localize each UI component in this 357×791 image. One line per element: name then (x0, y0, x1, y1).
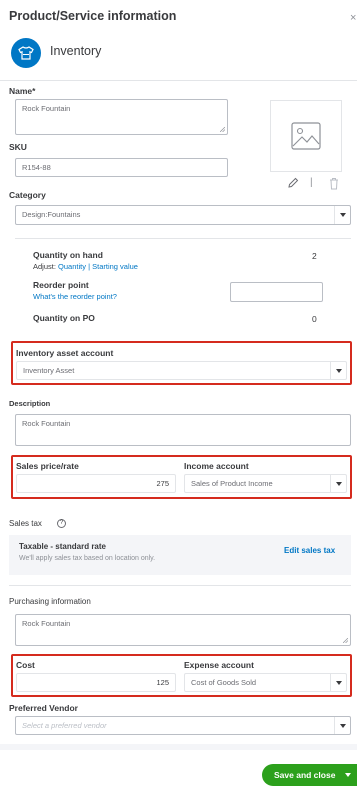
preferred-vendor-label: Preferred Vendor (9, 703, 78, 713)
category-value: Design:Fountains (22, 210, 81, 219)
image-tools-divider: | (310, 177, 313, 188)
category-select[interactable]: Design:Fountains (15, 205, 351, 225)
adjust-row: Adjust: Quantity | Starting value (33, 262, 138, 271)
cost-label: Cost (16, 660, 35, 670)
description-value: Rock Fountain (22, 419, 71, 428)
inventory-asset-select[interactable]: Inventory Asset (16, 361, 347, 380)
chevron-down-icon[interactable] (330, 674, 346, 691)
quantity-on-po-label: Quantity on PO (33, 313, 95, 323)
sku-field[interactable]: R154-88 (15, 158, 228, 177)
inventory-asset-label: Inventory asset account (16, 348, 114, 358)
sales-tax-note: We'll apply sales tax based on location … (19, 555, 156, 562)
save-and-close-label: Save and close (274, 770, 336, 780)
adjust-quantity-link[interactable]: Quantity (58, 262, 86, 271)
income-account-label: Income account (184, 461, 249, 471)
product-image-upload[interactable] (270, 100, 342, 172)
sales-price-value: 275 (156, 479, 169, 488)
chevron-down-icon[interactable] (330, 475, 346, 492)
preferred-vendor-select[interactable]: Select a preferred vendor (15, 716, 351, 735)
expense-account-value: Cost of Goods Sold (191, 678, 257, 687)
footer-divider (0, 744, 357, 750)
sales-tax-label: Sales tax (9, 519, 42, 528)
chevron-down-icon[interactable] (334, 717, 350, 734)
divider (9, 585, 351, 586)
sku-value: R154-88 (22, 163, 51, 172)
adjust-separator: | (88, 262, 91, 271)
purchasing-label: Purchasing information (9, 597, 91, 606)
chevron-down-icon[interactable] (330, 362, 346, 379)
reorder-point-label: Reorder point (33, 280, 89, 290)
inventory-asset-value: Inventory Asset (23, 366, 75, 375)
cost-value: 125 (156, 678, 169, 687)
sales-tax-rate: Taxable - standard rate (19, 542, 106, 551)
purchasing-description-field[interactable]: Rock Fountain (15, 614, 351, 646)
income-account-select[interactable]: Sales of Product Income (184, 474, 347, 493)
purchasing-value: Rock Fountain (22, 619, 71, 628)
sku-label: SKU (9, 142, 27, 152)
name-value: Rock Fountain (22, 104, 71, 113)
edit-sales-tax-link[interactable]: Edit sales tax (284, 546, 335, 555)
expense-account-label: Expense account (184, 660, 254, 670)
close-icon[interactable]: × (350, 12, 356, 24)
category-label: Category (9, 190, 46, 200)
description-field[interactable]: Rock Fountain (15, 414, 351, 446)
shirt-icon[interactable] (11, 38, 41, 68)
expense-account-select[interactable]: Cost of Goods Sold (184, 673, 347, 692)
quantity-on-hand-value: 2 (312, 251, 317, 261)
description-label: Description (9, 399, 51, 408)
name-label: Name* (9, 86, 36, 96)
cost-field[interactable]: 125 (16, 673, 176, 692)
sales-price-field[interactable]: 275 (16, 474, 176, 493)
income-account-value: Sales of Product Income (191, 479, 273, 488)
divider (15, 238, 351, 239)
resize-icon[interactable] (343, 638, 348, 643)
trash-icon[interactable] (328, 177, 340, 192)
save-and-close-button[interactable]: Save and close (262, 764, 357, 786)
item-type-label[interactable]: Inventory (50, 44, 101, 58)
preferred-vendor-placeholder: Select a preferred vendor (22, 721, 107, 730)
quantity-on-hand-label: Quantity on hand (33, 250, 103, 260)
panel-title: Product/Service information (9, 9, 177, 23)
product-service-panel: Product/Service information × Inventory … (0, 0, 357, 791)
name-field[interactable]: Rock Fountain (15, 99, 228, 135)
quantity-on-po-value: 0 (312, 314, 317, 324)
resize-icon[interactable] (220, 127, 225, 132)
sales-price-label: Sales price/rate (16, 461, 79, 471)
adjust-label: Adjust: (33, 262, 56, 271)
sales-tax-text: Sales tax (9, 519, 42, 528)
divider (0, 80, 357, 81)
chevron-down-icon[interactable] (334, 206, 350, 224)
pencil-icon[interactable] (287, 177, 299, 191)
chevron-down-icon[interactable] (345, 773, 351, 777)
image-placeholder-icon (291, 122, 321, 150)
reorder-point-field[interactable] (230, 282, 323, 302)
reorder-help-link[interactable]: What's the reorder point? (33, 292, 117, 301)
starting-value-link[interactable]: Starting value (92, 262, 138, 271)
info-icon[interactable]: ? (57, 519, 66, 528)
